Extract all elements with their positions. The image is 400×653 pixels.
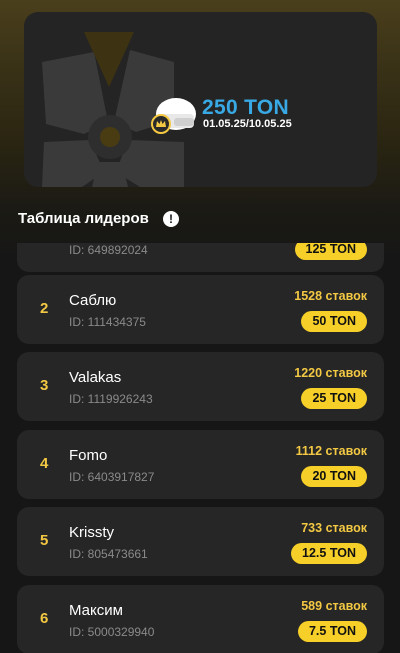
rank-number: 4 — [40, 455, 49, 472]
prize-amount: 250 TON — [202, 96, 289, 119]
leaderboard-row[interactable]: ID: 649892024 125 TON — [17, 243, 384, 272]
bets-count: 733 ставок — [301, 521, 367, 535]
prize-badge: 7.5 TON — [297, 621, 367, 642]
user-id: ID: 111434375 — [69, 315, 146, 329]
user-id: ID: 1119926243 — [69, 392, 153, 406]
leaderboard-row[interactable]: 2 Саблю ID: 111434375 1528 ставок 50 TON — [17, 275, 384, 344]
leaderboard-title: Таблица лидеров — [18, 210, 149, 227]
user-id: ID: 649892024 — [69, 243, 148, 257]
bets-count: 1112 ставок — [295, 444, 367, 458]
prize-badge: 20 TON — [301, 466, 367, 487]
prize-badge: 125 TON — [294, 243, 367, 260]
rank-number: 6 — [40, 610, 49, 627]
user-name: Максим — [69, 602, 123, 619]
leaderboard-row[interactable]: 5 Krissty ID: 805473661 733 ставок 12.5 … — [17, 507, 384, 576]
user-name: Valakas — [69, 369, 122, 386]
rank-number: 5 — [40, 532, 49, 549]
prize-badge: 25 TON — [301, 388, 367, 409]
prize-badge: 12.5 TON — [291, 543, 367, 564]
bets-count: 589 ставок — [301, 599, 367, 613]
bets-count: 1220 ставок — [294, 366, 367, 380]
user-name: Krissty — [69, 524, 114, 541]
bets-count: 1528 ставок — [294, 289, 367, 303]
user-name: Саблю — [69, 292, 117, 309]
leaderboard-row[interactable]: 4 Fomo ID: 6403917827 1112 ставок 20 TON — [17, 430, 384, 499]
crown-helmet-icon — [151, 98, 196, 134]
prize-dates: 01.05.25/10.05.25 — [203, 118, 292, 130]
prize-badge: 50 TON — [301, 311, 367, 332]
leaderboard-row[interactable]: 6 Максим ID: 5000329940 589 ставок 7.5 T… — [17, 585, 384, 653]
prize-banner[interactable]: 250 TON 01.05.25/10.05.25 — [24, 12, 377, 187]
user-name: Fomo — [69, 447, 108, 464]
rank-number: 3 — [40, 377, 49, 394]
user-id: ID: 805473661 — [69, 547, 148, 561]
info-icon[interactable]: ! — [163, 211, 179, 227]
user-id: ID: 5000329940 — [69, 625, 155, 639]
user-id: ID: 6403917827 — [69, 470, 155, 484]
leaderboard-list[interactable]: ID: 649892024 125 TON 2 Саблю ID: 111434… — [0, 243, 400, 653]
leaderboard-row[interactable]: 3 Valakas ID: 1119926243 1220 ставок 25 … — [17, 352, 384, 421]
rank-number: 2 — [40, 300, 49, 317]
